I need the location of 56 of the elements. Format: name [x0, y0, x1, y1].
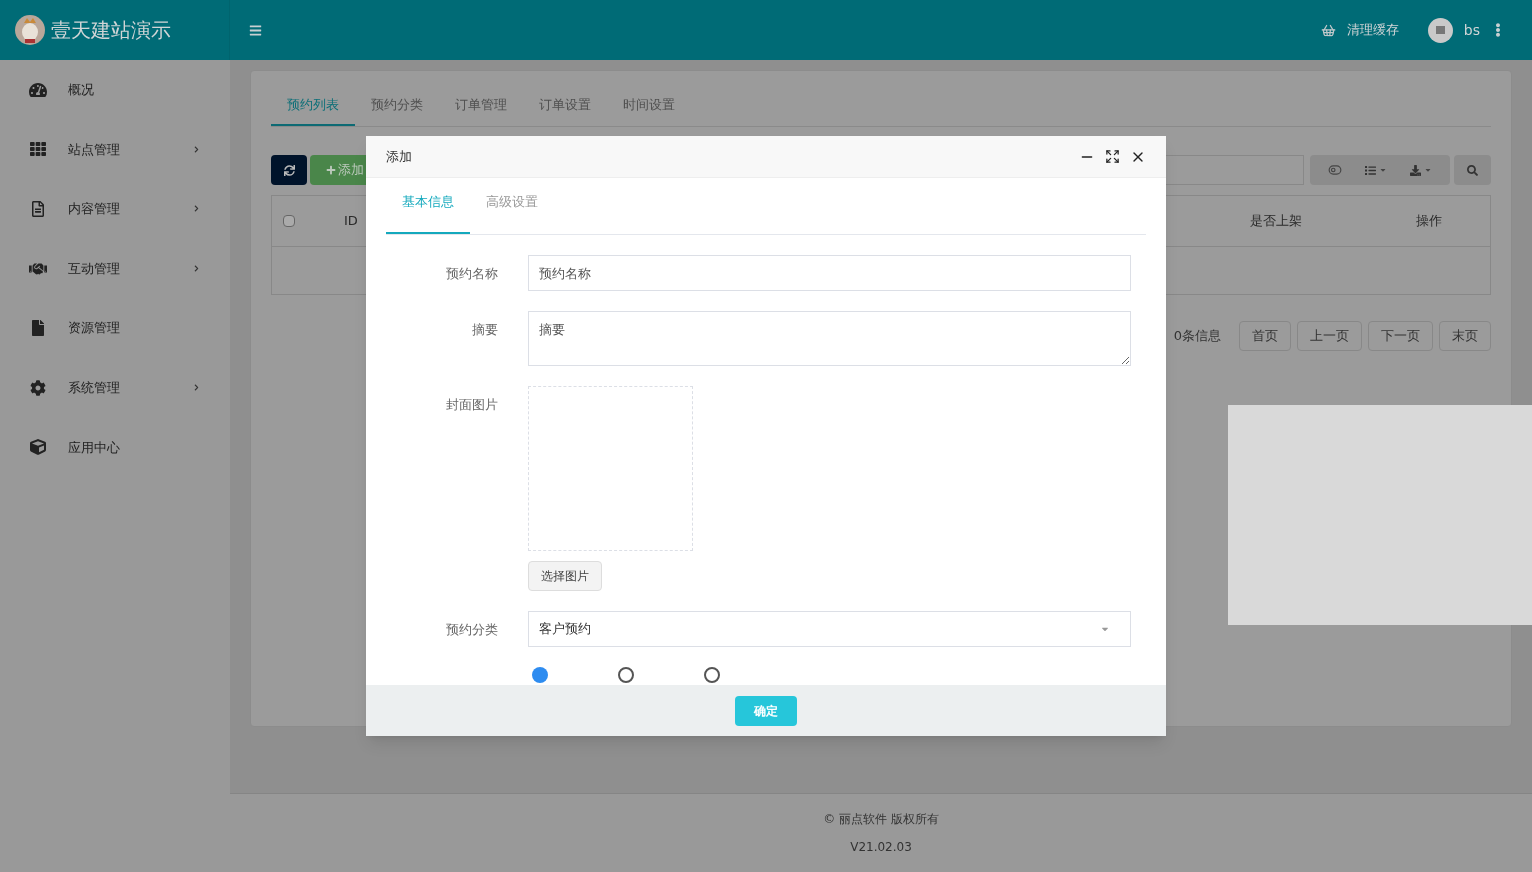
tab[interactable]: 订单管理 — [439, 85, 523, 126]
document-icon — [29, 201, 47, 217]
radio-button[interactable] — [704, 667, 720, 683]
field-label: 预约分类 — [445, 621, 498, 639]
select-all-checkbox[interactable] — [283, 215, 295, 227]
cube-icon — [29, 439, 47, 456]
dialog-title: 添加 — [386, 147, 412, 166]
field-label: 预约名称 — [445, 265, 498, 283]
menu-icon[interactable] — [249, 23, 262, 37]
gauge-icon — [29, 81, 47, 98]
sidebar-item[interactable]: 概况 — [0, 60, 230, 120]
text-field[interactable]: 预约名称 — [528, 255, 1131, 291]
refresh-icon — [283, 164, 295, 176]
copyright-text: © 丽点软件 版权所有 — [823, 811, 939, 828]
file-icon — [29, 320, 47, 337]
pagination-button[interactable]: 末页 — [1439, 321, 1491, 351]
columns-icon[interactable] — [1365, 164, 1387, 176]
refresh-button[interactable] — [271, 155, 307, 185]
column-header: ID — [344, 212, 358, 231]
choose-image-button[interactable]: 选择图片 — [528, 561, 602, 591]
field-label: 摘要 — [471, 321, 498, 339]
column-header: 是否上架 — [1250, 212, 1302, 231]
download-icon[interactable] — [1410, 164, 1433, 176]
maximize-icon[interactable] — [1105, 149, 1120, 164]
tab[interactable]: 订单设置 — [523, 85, 607, 126]
sidebar-item[interactable]: 互动管理 — [0, 238, 230, 299]
sidebar-item[interactable]: 系统管理 — [0, 357, 230, 418]
sidebar-item[interactable]: 站点管理 — [0, 119, 230, 180]
search-button[interactable] — [1454, 155, 1491, 185]
tab[interactable]: 预约分类 — [355, 85, 439, 126]
pagination-button[interactable]: 首页 — [1239, 321, 1291, 351]
dialog-tab[interactable]: 基本信息 — [386, 192, 470, 234]
search-icon — [1467, 164, 1478, 176]
plus-icon — [326, 165, 336, 175]
dialog-tab[interactable]: 高级设置 — [470, 192, 554, 234]
tab[interactable]: 时间设置 — [607, 85, 691, 126]
sidebar-item[interactable]: 内容管理 — [0, 179, 230, 239]
category-select[interactable]: 客户预约 — [528, 611, 1131, 647]
record-count: 0条信息 — [1173, 327, 1221, 346]
textarea-field[interactable]: 摘要 — [528, 311, 1131, 366]
user-avatar[interactable] — [1427, 17, 1453, 43]
toggle-icon[interactable] — [1327, 163, 1342, 177]
basket-icon[interactable] — [1320, 22, 1336, 38]
site-name: 壹天建站演示 — [51, 17, 171, 44]
grid-icon — [29, 141, 47, 158]
settings-icon — [29, 379, 47, 396]
field-label: 封面图片 — [445, 396, 498, 414]
column-header: 操作 — [1416, 212, 1442, 231]
sidebar-item[interactable]: 应用中心 — [0, 417, 230, 478]
radio-button[interactable] — [618, 667, 634, 683]
sidebar-item[interactable]: 资源管理 — [0, 298, 230, 358]
clear-cache-link[interactable]: 清理缓存 — [1346, 20, 1399, 40]
radio-button[interactable] — [532, 667, 548, 683]
logo-icon — [15, 15, 45, 45]
user-name[interactable]: bs — [1463, 19, 1480, 41]
version-text: V21.02.03 — [850, 839, 912, 856]
